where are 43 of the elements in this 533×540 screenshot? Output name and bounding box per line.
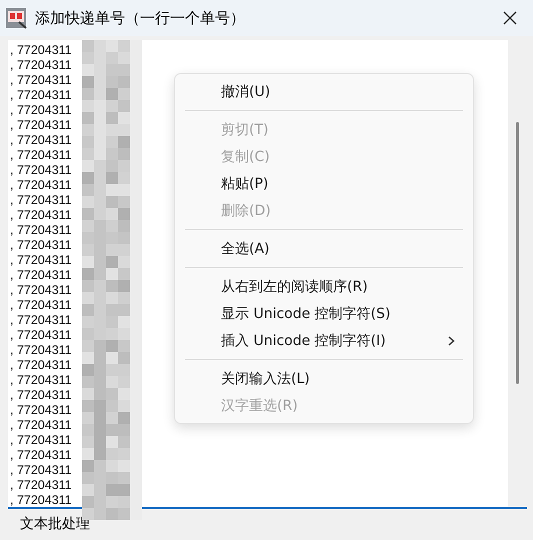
- text-line: , 77204311: [10, 103, 72, 118]
- menu-item[interactable]: 粘贴(P): [175, 170, 473, 197]
- text-line: , 77204311: [10, 163, 72, 178]
- text-line: , 77204311: [10, 88, 72, 103]
- text-line: , 77204311: [10, 223, 72, 238]
- text-line: , 77204311: [10, 388, 72, 403]
- text-line: , 77204311: [10, 373, 72, 388]
- scroll-thumb[interactable]: [516, 122, 519, 384]
- app-icon: [5, 7, 27, 29]
- text-line: , 77204311: [10, 313, 72, 328]
- text-line: , 77204311: [10, 268, 72, 283]
- text-line: , 77204311: [10, 208, 72, 223]
- text-line: , 77204311: [10, 433, 72, 448]
- text-line: , 77204311: [10, 133, 72, 148]
- text-line: , 77204311: [10, 253, 72, 268]
- close-icon: [503, 11, 517, 25]
- text-line: , 77204311: [10, 448, 72, 463]
- text-line: , 77204311: [10, 403, 72, 418]
- text-line: , 77204311: [10, 148, 72, 163]
- text-line: , 77204311: [10, 418, 72, 433]
- menu-item[interactable]: 全选(A): [175, 235, 473, 262]
- text-line: , 77204311: [10, 58, 72, 73]
- menu-item[interactable]: 撤消(U): [175, 78, 473, 105]
- text-line: , 77204311: [10, 478, 72, 493]
- menu-item[interactable]: 关闭输入法(L): [175, 365, 473, 392]
- text-line: , 77204311: [10, 238, 72, 253]
- menu-item[interactable]: 插入 Unicode 控制字符(I): [175, 327, 473, 354]
- text-line: , 77204311: [10, 43, 72, 58]
- text-line: , 77204311: [10, 343, 72, 358]
- menu-item[interactable]: 显示 Unicode 控制字符(S): [175, 300, 473, 327]
- text-line: , 77204311: [10, 298, 72, 313]
- text-line: , 77204311: [10, 73, 72, 88]
- text-line: , 77204311: [10, 328, 72, 343]
- text-line: , 77204311: [10, 283, 72, 298]
- text-line: , 77204311: [10, 358, 72, 373]
- chevron-icon: [448, 336, 455, 346]
- menu-item[interactable]: 从右到左的阅读顺序(R): [175, 273, 473, 300]
- text-line: , 77204311: [10, 193, 72, 208]
- text-line: , 77204311: [10, 493, 72, 508]
- text-line: , 77204311: [10, 463, 72, 478]
- text-line: , 77204311: [10, 118, 72, 133]
- text-line: , 77204311: [10, 178, 72, 193]
- window-title: 添加快递单号（一行一个单号）: [35, 8, 246, 28]
